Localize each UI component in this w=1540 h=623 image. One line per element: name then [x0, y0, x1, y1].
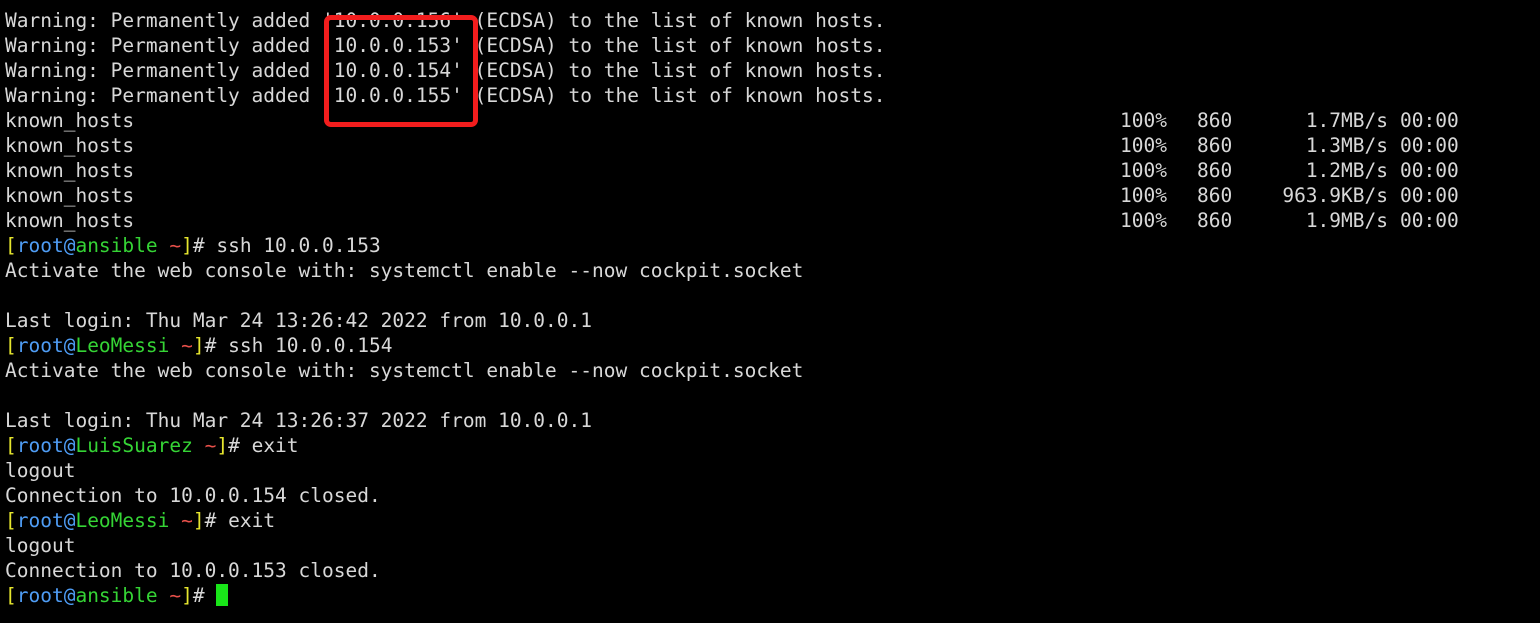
terminal-line-warning: Warning: Permanently added '10.0.0.154' …	[0, 58, 1540, 83]
transfer-time: 00:00	[1400, 209, 1459, 232]
prompt-open-bracket: [	[5, 334, 17, 357]
prompt-tilde: ~	[192, 434, 217, 457]
prompt-open-bracket: [	[5, 509, 17, 532]
prompt-open-bracket: [	[5, 234, 17, 257]
terminal-line-connection-closed: Connection to 10.0.0.153 closed.	[0, 558, 1540, 583]
warning-ip: '10.0.0.155'	[321, 84, 463, 107]
prompt-tilde: ~	[169, 334, 193, 357]
terminal-line-connection-closed: Connection to 10.0.0.154 closed.	[0, 483, 1540, 508]
transfer-time: 00:00	[1400, 134, 1459, 157]
prompt-hash: #	[204, 509, 229, 532]
terminal-line-prompt: [root@LeoMessi ~]# ssh 10.0.0.154	[0, 333, 1540, 358]
transfer-rate: 1.9MB/s	[1305, 209, 1388, 232]
warning-ip: '10.0.0.154'	[321, 59, 463, 82]
warning-suffix: (ECDSA) to the list of known hosts.	[462, 84, 886, 107]
terminal-line-logout: logout	[0, 533, 1540, 558]
prompt-hostname: LuisSuarez	[75, 434, 193, 457]
terminal-line-transfer: known_hosts 100% 860 1.7MB/s 00:00	[0, 108, 1540, 133]
prompt-user: root@	[16, 334, 76, 357]
logout-text: logout	[5, 534, 76, 557]
prompt-hostname: ansible	[75, 234, 158, 257]
warning-ip: '10.0.0.153'	[321, 34, 463, 57]
terminal-line-lastlogin: Last login: Thu Mar 24 13:26:37 2022 fro…	[0, 408, 1540, 433]
lastlogin-text: Last login: Thu Mar 24 13:26:42 2022 fro…	[5, 309, 592, 332]
prompt-user: root@	[16, 509, 76, 532]
prompt-close-bracket: ]	[192, 334, 205, 357]
cockpit-message: Activate the web console with: systemctl…	[5, 259, 804, 282]
terminal-line-cockpit: Activate the web console with: systemctl…	[0, 258, 1540, 283]
prompt-close-bracket: ]	[181, 234, 193, 257]
prompt-command: ssh 10.0.0.153	[216, 234, 381, 257]
prompt-tilde: ~	[157, 234, 182, 257]
terminal-line-warning: Warning: Permanently added '10.0.0.155' …	[0, 83, 1540, 108]
terminal-line-active-prompt[interactable]: [root@ansible ~]#	[0, 583, 1540, 608]
warning-prefix: Warning: Permanently added	[5, 84, 322, 107]
terminal-line-transfer: known_hosts 100% 860 1.3MB/s 00:00	[0, 133, 1540, 158]
prompt-hash: #	[192, 584, 217, 607]
terminal-line-transfer: known_hosts 100% 860 1.9MB/s 00:00	[0, 208, 1540, 233]
prompt-user: root@	[16, 584, 76, 607]
prompt-open-bracket: [	[5, 434, 17, 457]
prompt-close-bracket: ]	[192, 509, 205, 532]
transfer-time: 00:00	[1400, 109, 1459, 132]
terminal-line-lastlogin: Last login: Thu Mar 24 13:26:42 2022 fro…	[0, 308, 1540, 333]
transfer-time: 00:00	[1400, 159, 1459, 182]
text-cursor[interactable]	[216, 584, 229, 606]
transfer-rate: 1.3MB/s	[1305, 134, 1388, 157]
prompt-tilde: ~	[169, 509, 193, 532]
warning-ip: '10.0.0.156'	[321, 9, 463, 32]
warning-prefix: Warning: Permanently added	[5, 59, 322, 82]
prompt-close-bracket: ]	[216, 434, 229, 457]
prompt-open-bracket: [	[5, 584, 17, 607]
terminal-line-prompt: [root@LeoMessi ~]# exit	[0, 508, 1540, 533]
terminal-line-warning: Warning: Permanently added '10.0.0.156' …	[0, 8, 1540, 33]
prompt-hostname: LeoMessi	[75, 509, 170, 532]
logout-text: logout	[5, 459, 76, 482]
transfer-rate: 1.2MB/s	[1305, 159, 1388, 182]
terminal-line-warning: Warning: Permanently added '10.0.0.153' …	[0, 33, 1540, 58]
cockpit-message: Activate the web console with: systemctl…	[5, 359, 804, 382]
prompt-user: root@	[16, 234, 76, 257]
transfer-rate: 1.7MB/s	[1305, 109, 1388, 132]
prompt-hash: #	[204, 334, 229, 357]
terminal-line-transfer: known_hosts 100% 860 1.2MB/s 00:00	[0, 158, 1540, 183]
prompt-hash: #	[228, 434, 252, 457]
warning-prefix: Warning: Permanently added	[5, 34, 322, 57]
prompt-hostname: ansible	[75, 584, 158, 607]
connection-closed-text: Connection to 10.0.0.154 closed.	[5, 484, 381, 507]
terminal-line-transfer: known_hosts 100% 860 963.9KB/s 00:00	[0, 183, 1540, 208]
terminal-line-cockpit: Activate the web console with: systemctl…	[0, 358, 1540, 383]
prompt-hash: #	[192, 234, 217, 257]
prompt-command: exit	[251, 434, 299, 457]
prompt-command: ssh 10.0.0.154	[228, 334, 393, 357]
transfer-time: 00:00	[1400, 184, 1459, 207]
prompt-user: root@	[16, 434, 76, 457]
terminal-line-prompt: [root@ansible ~]# ssh 10.0.0.153	[0, 233, 1540, 258]
warning-suffix: (ECDSA) to the list of known hosts.	[462, 34, 886, 57]
warning-prefix: Warning: Permanently added	[5, 9, 322, 32]
warning-suffix: (ECDSA) to the list of known hosts.	[462, 9, 886, 32]
terminal-line-prompt: [root@LuisSuarez ~]# exit	[0, 433, 1540, 458]
terminal-window[interactable]: Warning: Permanently added '10.0.0.156' …	[0, 8, 1540, 623]
connection-closed-text: Connection to 10.0.0.153 closed.	[5, 559, 381, 582]
transfer-rate: 963.9KB/s	[1282, 184, 1388, 207]
terminal-line-logout: logout	[0, 458, 1540, 483]
prompt-hostname: LeoMessi	[75, 334, 170, 357]
lastlogin-text: Last login: Thu Mar 24 13:26:37 2022 fro…	[5, 409, 592, 432]
prompt-command: exit	[228, 509, 276, 532]
prompt-tilde: ~	[157, 584, 182, 607]
prompt-close-bracket: ]	[181, 584, 193, 607]
warning-suffix: (ECDSA) to the list of known hosts.	[462, 59, 886, 82]
